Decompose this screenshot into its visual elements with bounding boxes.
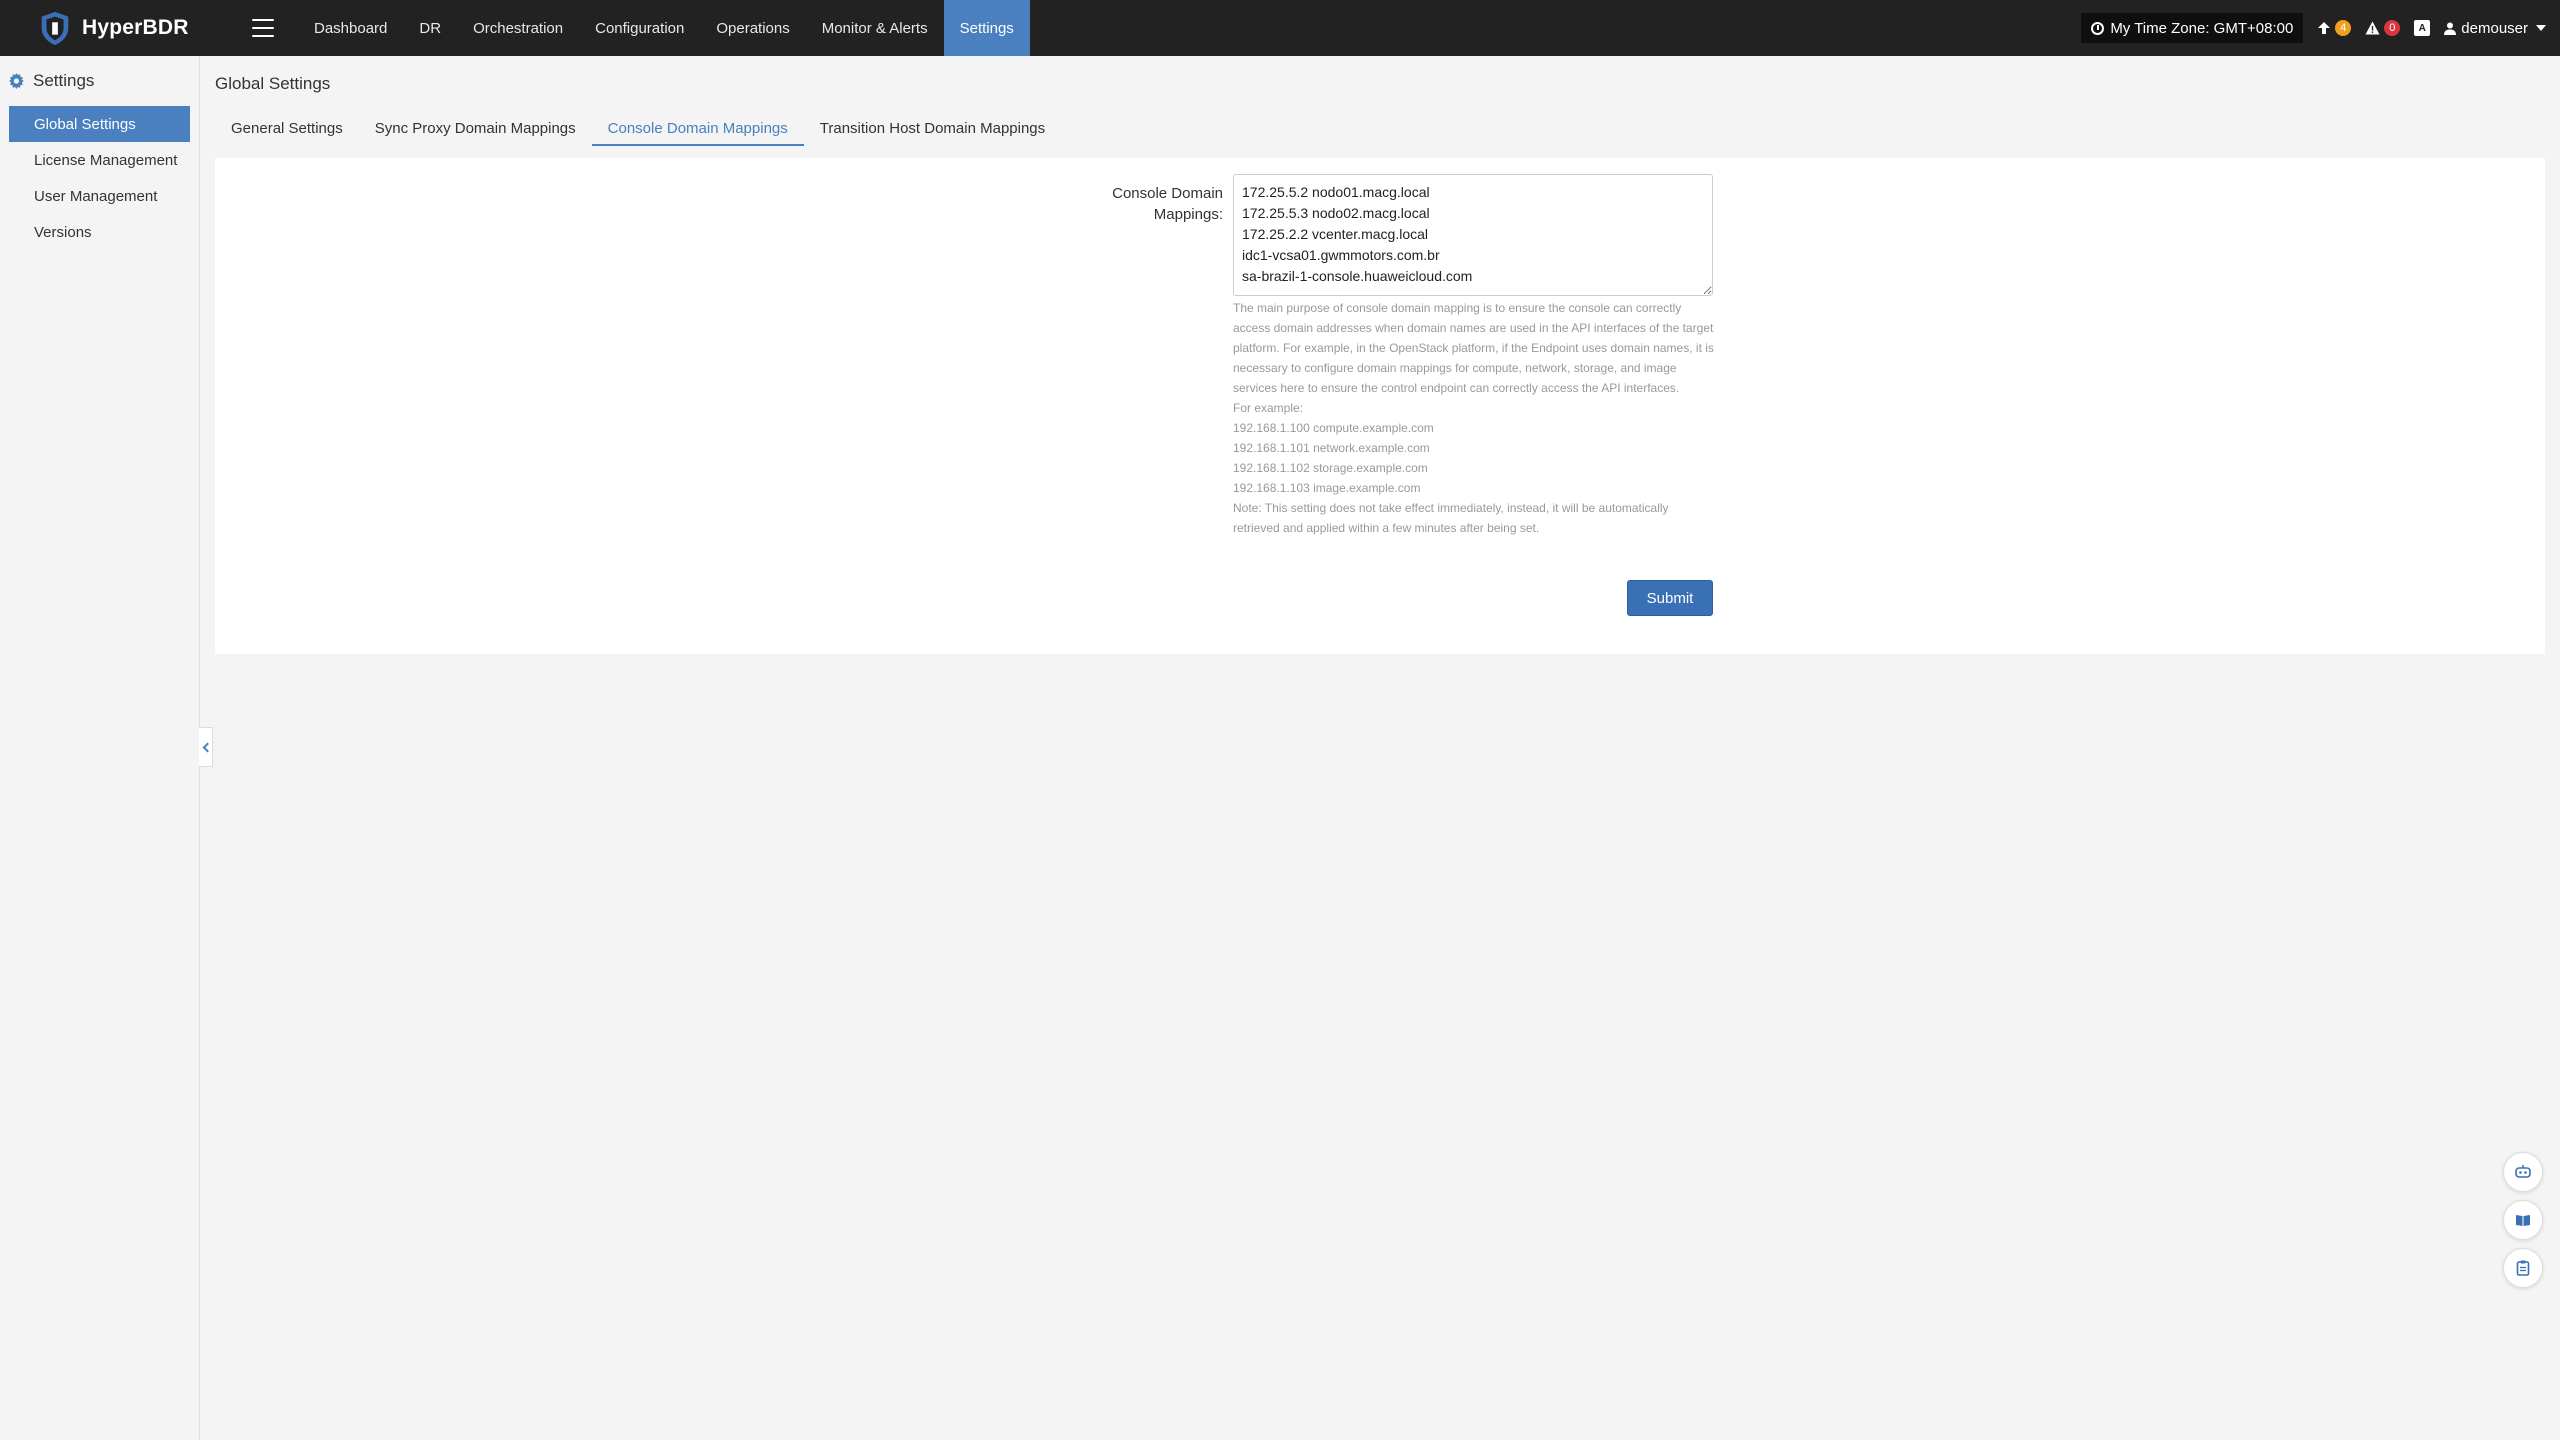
sidebar-item-user-management[interactable]: User Management <box>9 178 190 214</box>
upgrade-count-badge: 4 <box>2335 20 2352 36</box>
help-description: The main purpose of console domain mappi… <box>1233 301 1714 395</box>
assistant-float-button[interactable] <box>2503 1152 2543 1192</box>
help-example: 192.168.1.103 image.example.com <box>1233 481 1421 495</box>
help-note: Note: This setting does not take effect … <box>1233 501 1669 535</box>
chevron-left-icon <box>202 742 212 752</box>
sidebar-title: Settings <box>33 71 95 90</box>
tab-sync-proxy-domain-mappings[interactable]: Sync Proxy Domain Mappings <box>359 112 592 146</box>
gear-icon <box>9 73 24 89</box>
language-icon[interactable]: A <box>2414 20 2431 36</box>
nav-configuration[interactable]: Configuration <box>579 0 700 56</box>
timezone-selector[interactable]: My Time Zone: GMT+08:00 <box>2081 13 2304 43</box>
nav-dr[interactable]: DR <box>403 0 457 56</box>
console-domain-mappings-label: Console Domain Mappings: <box>1112 185 1223 223</box>
nav-operations[interactable]: Operations <box>700 0 805 56</box>
alert-count-badge: 0 <box>2384 20 2401 36</box>
nav-monitor-alerts[interactable]: Monitor & Alerts <box>806 0 944 56</box>
settings-tabs: General Settings Sync Proxy Domain Mappi… <box>215 112 2545 146</box>
help-example: 192.168.1.102 storage.example.com <box>1233 461 1428 475</box>
help-text: The main purpose of console domain mappi… <box>1233 298 1718 538</box>
timezone-label: My Time Zone: GMT+08:00 <box>2110 19 2294 37</box>
help-example: 192.168.1.101 network.example.com <box>1233 441 1430 455</box>
clipboard-icon <box>2516 1260 2530 1276</box>
docs-float-button[interactable] <box>2503 1200 2543 1240</box>
tab-transition-host-domain-mappings[interactable]: Transition Host Domain Mappings <box>804 112 1061 146</box>
arrow-up-icon <box>2318 22 2331 34</box>
clipboard-float-button[interactable] <box>2503 1248 2543 1288</box>
main-content: Global Settings General Settings Sync Pr… <box>215 56 2545 654</box>
sidebar-header: Settings <box>0 56 199 106</box>
robot-icon <box>2515 1165 2531 1178</box>
page-title: Global Settings <box>215 74 331 93</box>
user-icon <box>2444 22 2457 35</box>
app-name: HyperBDR <box>82 16 189 39</box>
book-icon <box>2516 1215 2530 1226</box>
settings-panel: Console Domain Mappings: The main purpos… <box>215 158 2545 654</box>
shield-logo-icon <box>41 11 69 46</box>
clock-icon <box>2091 21 2105 35</box>
sidebar-item-global-settings[interactable]: Global Settings <box>9 106 190 142</box>
upgrade-notifications[interactable]: 4 <box>2317 20 2352 36</box>
sidebar: Settings Global Settings License Managem… <box>0 56 200 1440</box>
help-example: 192.168.1.100 compute.example.com <box>1233 421 1434 435</box>
main-nav: Dashboard DR Orchestration Configuration… <box>298 0 1030 56</box>
help-example-title: For example: <box>1233 401 1304 415</box>
sidebar-item-license-management[interactable]: License Management <box>9 142 190 178</box>
nav-orchestration[interactable]: Orchestration <box>457 0 579 56</box>
sidebar-item-versions[interactable]: Versions <box>9 214 190 250</box>
user-menu[interactable]: demouser <box>2444 20 2546 37</box>
top-navbar: HyperBDR Dashboard DR Orchestration Conf… <box>0 0 2560 56</box>
console-domain-mappings-input[interactable] <box>1233 174 1713 296</box>
submit-button[interactable]: Submit <box>1627 580 1713 616</box>
username: demouser <box>2461 19 2528 37</box>
warning-icon <box>2365 21 2380 35</box>
nav-dashboard[interactable]: Dashboard <box>298 0 403 56</box>
app-logo[interactable]: HyperBDR <box>36 9 206 47</box>
alert-notifications[interactable]: 0 <box>2365 20 2401 36</box>
menu-toggle-icon[interactable] <box>252 19 274 37</box>
tab-console-domain-mappings[interactable]: Console Domain Mappings <box>591 112 804 146</box>
nav-settings[interactable]: Settings <box>943 0 1030 56</box>
header-actions: My Time Zone: GMT+08:00 4 0 A demouser <box>2081 0 2546 56</box>
sidebar-collapse-handle[interactable] <box>199 727 213 767</box>
chevron-down-icon <box>2536 25 2546 31</box>
tab-general-settings[interactable]: General Settings <box>215 112 359 146</box>
